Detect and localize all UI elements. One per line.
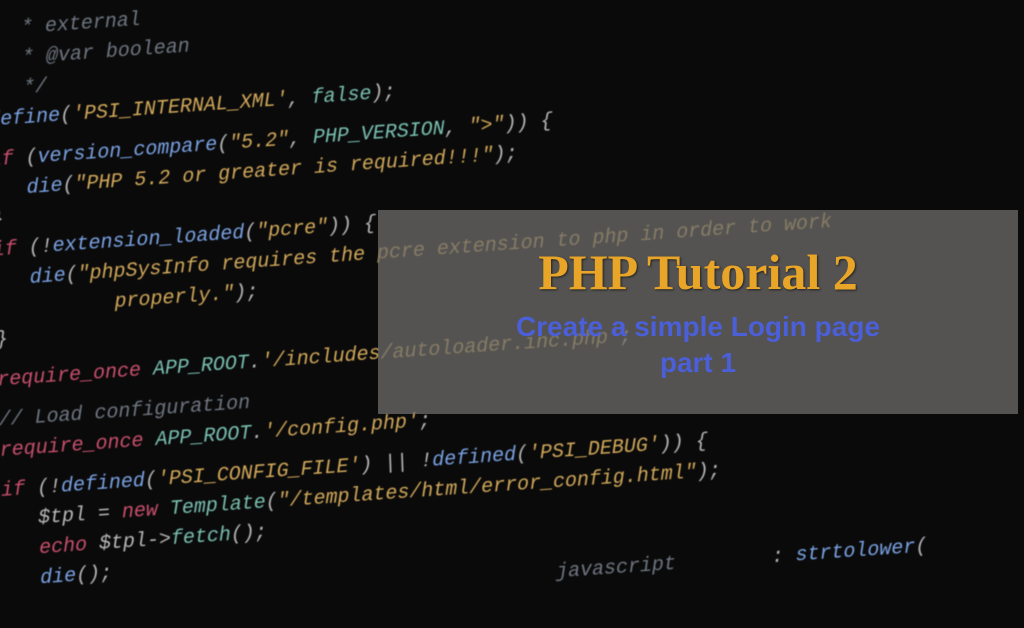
code-line: */ <box>0 76 48 105</box>
tutorial-title: PHP Tutorial 2 <box>538 243 858 301</box>
subtitle-line1: Create a simple Login page <box>516 311 880 342</box>
subtitle-line2: part 1 <box>660 347 736 378</box>
title-overlay: PHP Tutorial 2 Create a simple Login pag… <box>378 210 1018 414</box>
tutorial-subtitle: Create a simple Login page part 1 <box>516 309 880 382</box>
